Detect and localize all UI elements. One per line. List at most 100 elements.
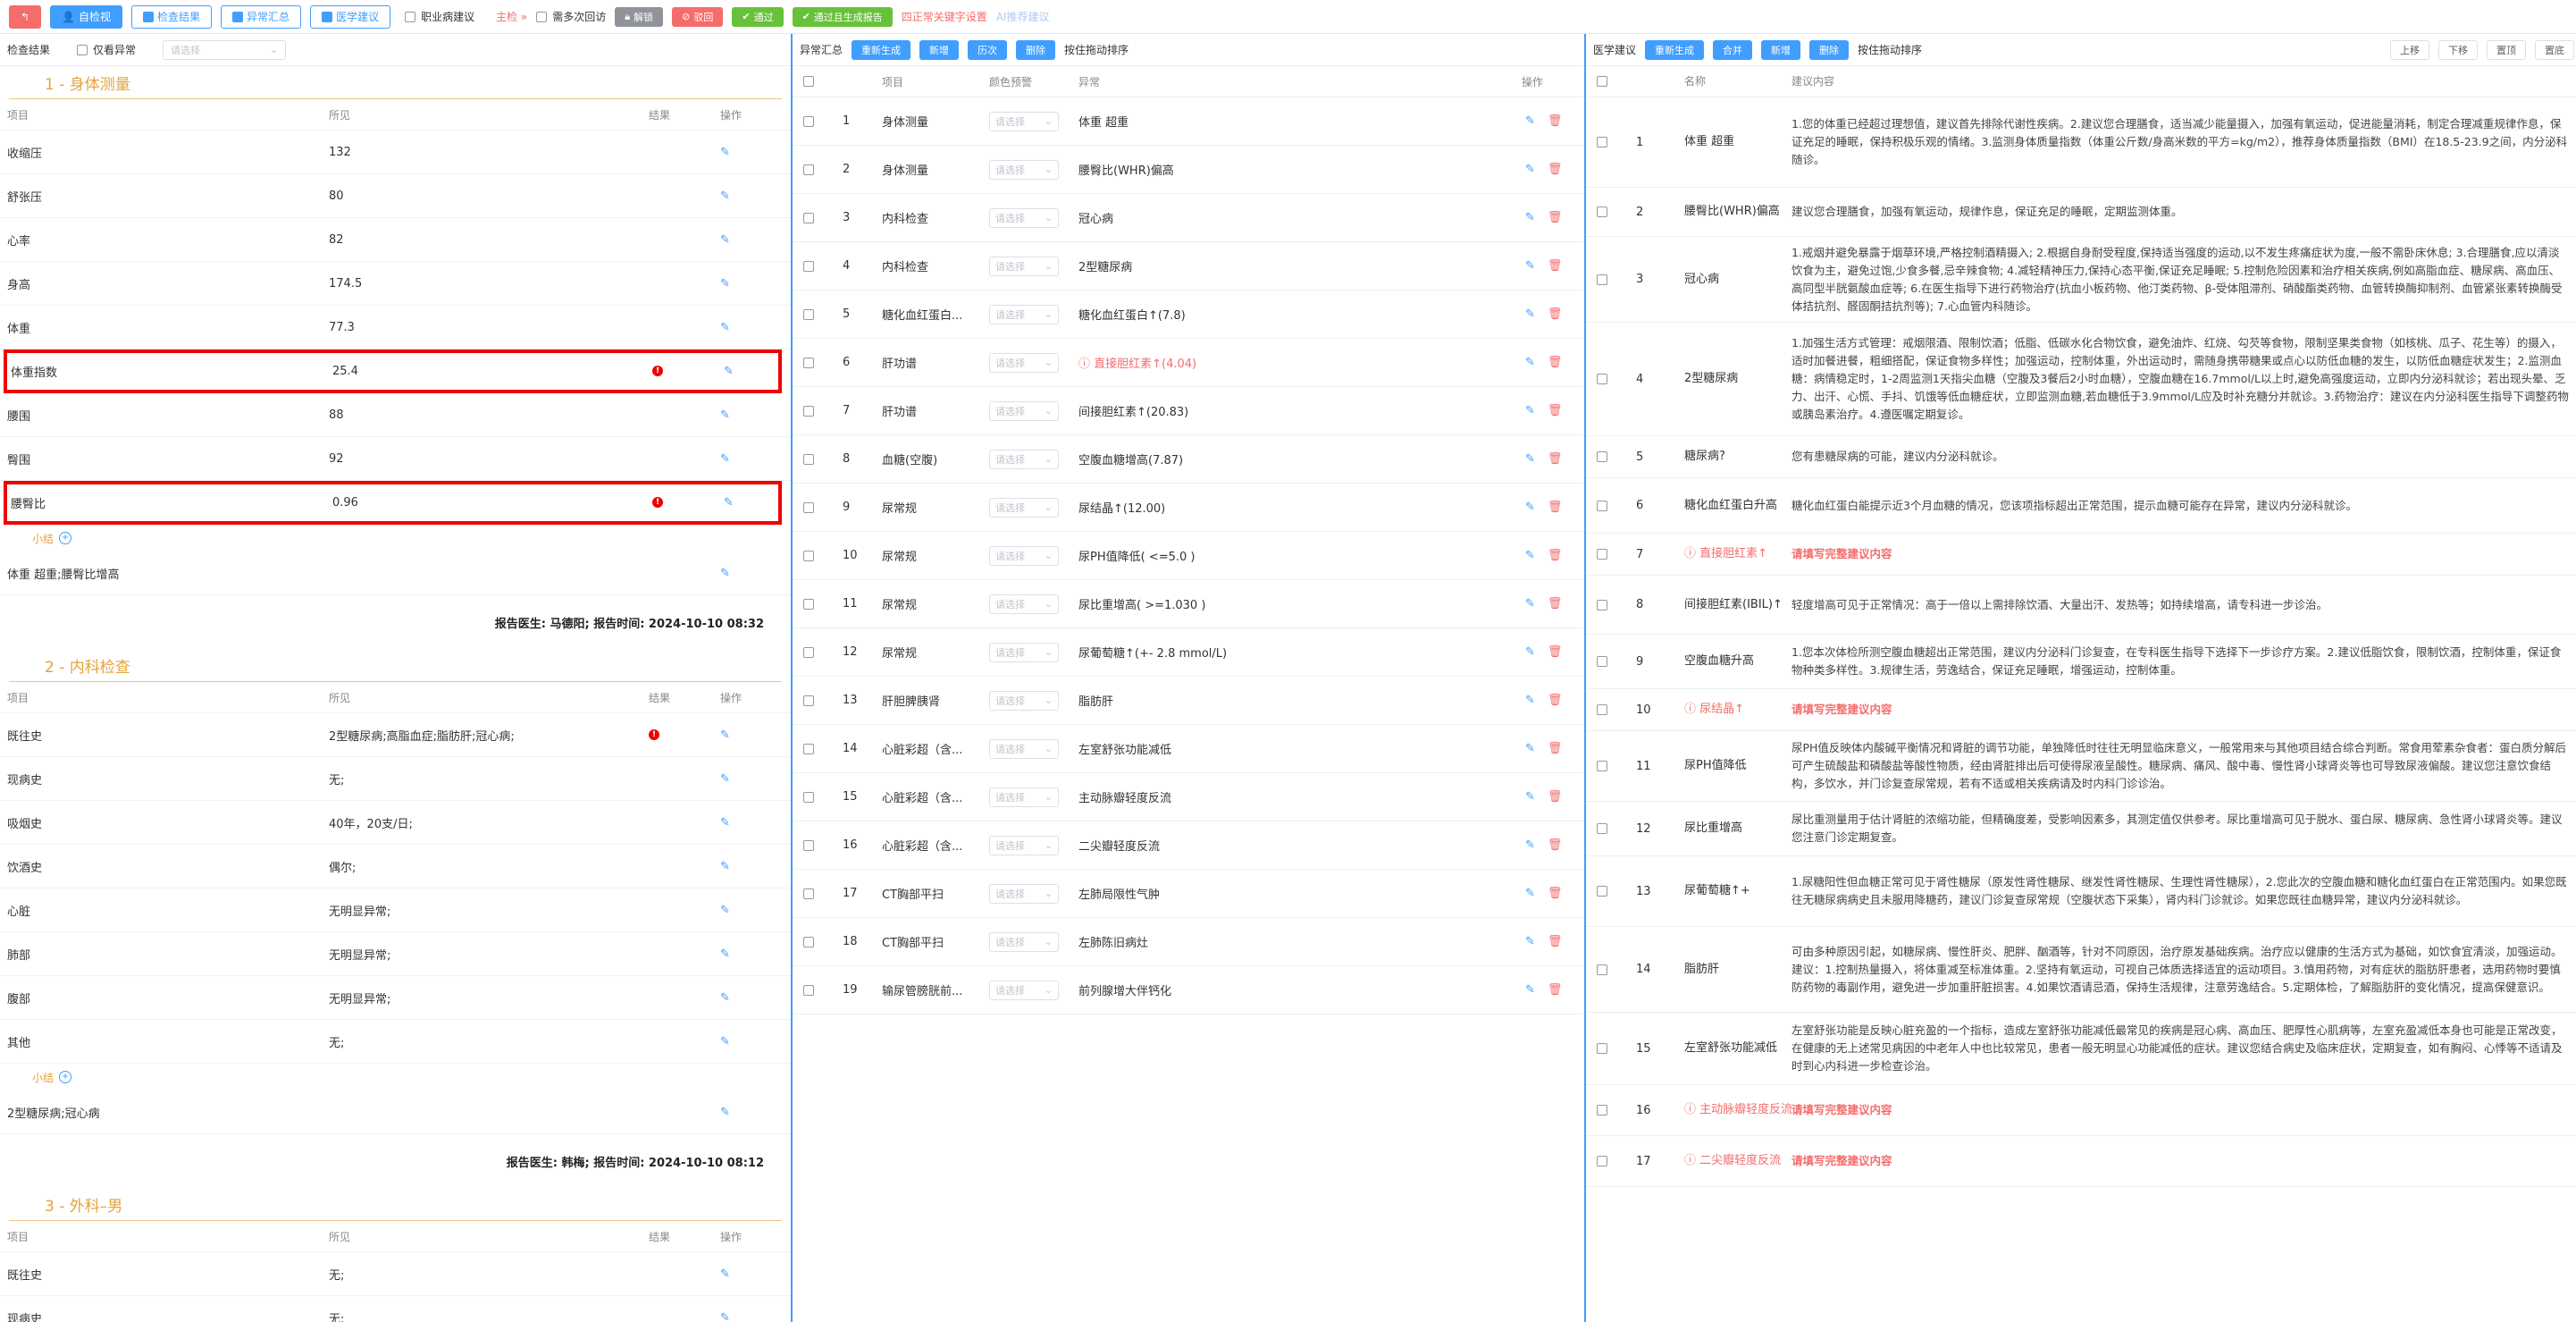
edit-icon[interactable]: ✎	[1525, 211, 1535, 224]
color-warning-select[interactable]: 请选择 ⌄	[989, 690, 1059, 711]
delete-icon[interactable]: 🗑︎	[1548, 597, 1563, 610]
delete-icon[interactable]: 🗑︎	[1548, 887, 1563, 900]
delete-icon[interactable]: 🗑︎	[1548, 694, 1563, 707]
edit-icon[interactable]: ✎	[720, 321, 730, 334]
abnormal-delete-button[interactable]: 删除	[1016, 39, 1056, 60]
color-warning-select[interactable]: 请选择 ⌄	[989, 931, 1059, 952]
color-warning-select[interactable]: 请选择 ⌄	[989, 449, 1059, 469]
row-checkbox[interactable]	[803, 164, 814, 175]
results-toggle[interactable]: 检查结果	[131, 4, 213, 29]
color-warning-select[interactable]: 请选择 ⌄	[989, 980, 1059, 1000]
abnormal-row[interactable]: 3 内科检查 请选择 ⌄ 冠心病 ✎ 🗑︎	[793, 194, 1584, 242]
row-checkbox[interactable]	[803, 453, 814, 465]
pass-button[interactable]: ✔ 通过	[732, 6, 784, 27]
color-warning-select[interactable]: 请选择 ⌄	[989, 738, 1059, 759]
color-warning-select[interactable]: 请选择 ⌄	[989, 400, 1059, 421]
results-filter-select[interactable]: 请选择 ⌄	[163, 39, 287, 60]
row-checkbox[interactable]	[1597, 274, 1607, 285]
abnormal-toggle[interactable]: 异常汇总	[221, 4, 302, 29]
delete-icon[interactable]: 🗑︎	[1548, 501, 1563, 514]
color-warning-select[interactable]: 请选择 ⌄	[989, 545, 1059, 566]
color-warning-select[interactable]: 请选择 ⌄	[989, 787, 1059, 807]
move-up-button[interactable]: 上移	[2390, 39, 2429, 60]
normal-shortcut-link[interactable]: 四正常关键字设置	[902, 9, 987, 24]
edit-icon[interactable]: ✎	[1525, 694, 1535, 707]
advice-regen-button[interactable]: 重新生成	[1645, 39, 1705, 60]
color-warning-select[interactable]: 请选择 ⌄	[989, 883, 1059, 904]
advice-row[interactable]: 1 体重 超重 1.您的体重已经超过理想值，建议首先排除代谢性疾病。2.建议您合理膳…	[1586, 97, 2576, 188]
row-checkbox[interactable]	[1597, 451, 1607, 462]
edit-icon[interactable]: ✎	[720, 277, 730, 291]
row-checkbox[interactable]	[1597, 599, 1607, 610]
edit-icon[interactable]: ✎	[1525, 501, 1535, 514]
row-checkbox[interactable]	[803, 308, 814, 320]
pass-report-button[interactable]: ✔ 通过且生成报告	[792, 6, 893, 27]
occupational-checkbox[interactable]	[405, 11, 416, 22]
edit-icon[interactable]: ✎	[720, 1035, 730, 1048]
advice-row[interactable]: 17 ⓘ 二尖瓣轻度反流 请填写完整建议内容	[1586, 1136, 2576, 1187]
row-checkbox[interactable]	[1597, 886, 1607, 897]
row-checkbox[interactable]	[803, 260, 814, 272]
abnormal-checkbox[interactable]	[232, 11, 244, 22]
delete-icon[interactable]: 🗑︎	[1548, 307, 1563, 321]
only-abnormal-checkbox[interactable]	[77, 44, 88, 55]
edit-icon[interactable]: ✎	[1525, 645, 1535, 659]
row-checkbox[interactable]	[803, 743, 814, 754]
abnormal-row[interactable]: 10 尿常规 请选择 ⌄ 尿PH值降低( <=5.0 ) ✎ 🗑︎	[793, 532, 1584, 580]
abnormal-select-all-checkbox[interactable]	[803, 76, 814, 87]
row-checkbox[interactable]	[803, 357, 814, 368]
abnormal-history-button[interactable]: 历次	[968, 39, 1008, 60]
abnormal-row[interactable]: 2 身体测量 请选择 ⌄ 腰臀比(WHR)偏高 ✎ 🗑︎	[793, 146, 1584, 194]
abnormal-row[interactable]: 13 肝胆脾胰肾 请选择 ⌄ 脂肪肝 ✎ 🗑︎	[793, 677, 1584, 725]
occupational-toggle[interactable]: 职业病建议	[405, 9, 474, 24]
color-warning-select[interactable]: 请选择 ⌄	[989, 594, 1059, 614]
unlock-button[interactable]: 🔒︎ 解锁	[615, 6, 664, 27]
color-warning-select[interactable]: 请选择 ⌄	[989, 111, 1059, 131]
delete-icon[interactable]: 🗑︎	[1548, 742, 1563, 755]
row-checkbox[interactable]	[1597, 761, 1607, 771]
edit-icon[interactable]: ✎	[1525, 307, 1535, 321]
edit-icon[interactable]: ✎	[1525, 163, 1535, 176]
row-checkbox[interactable]	[803, 888, 814, 899]
row-checkbox[interactable]	[1597, 656, 1607, 667]
abnormal-row[interactable]: 19 输尿管膀胱前... 请选择 ⌄ 前列腺增大伴钙化 ✎ 🗑︎	[793, 966, 1584, 1015]
move-bottom-button[interactable]: 置底	[2535, 39, 2574, 60]
edit-icon[interactable]: ✎	[720, 947, 730, 961]
delete-icon[interactable]: 🗑︎	[1548, 549, 1563, 562]
advice-row[interactable]: 7 ⓘ 直接胆红素↑ 请填写完整建议内容	[1586, 534, 2576, 576]
edit-icon[interactable]: ✎	[720, 233, 730, 247]
abnormal-row[interactable]: 1 身体测量 请选择 ⌄ 体重 超重 ✎ 🗑︎	[793, 97, 1584, 146]
row-checkbox[interactable]	[1597, 964, 1607, 975]
abnormal-row[interactable]: 14 心脏彩超（含... 请选择 ⌄ 左室舒张功能减低 ✎ 🗑︎	[793, 725, 1584, 773]
row-checkbox[interactable]	[803, 839, 814, 851]
advice-delete-button[interactable]: 删除	[1809, 39, 1850, 60]
edit-icon[interactable]: ✎	[1525, 838, 1535, 852]
row-checkbox[interactable]	[1597, 549, 1607, 560]
row-checkbox[interactable]	[1597, 1043, 1607, 1054]
color-warning-select[interactable]: 请选择 ⌄	[989, 835, 1059, 855]
abnormal-row[interactable]: 15 心脏彩超（含... 请选择 ⌄ 主动脉瓣轻度反流 ✎ 🗑︎	[793, 773, 1584, 821]
edit-icon[interactable]: ✎	[724, 365, 734, 378]
row-checkbox[interactable]	[803, 501, 814, 513]
abnormal-row[interactable]: 8 血糖(空腹) 请选择 ⌄ 空腹血糖增高(7.87) ✎ 🗑︎	[793, 435, 1584, 484]
edit-icon[interactable]: ✎	[1525, 259, 1535, 273]
move-top-button[interactable]: 置顶	[2487, 39, 2526, 60]
abnormal-row[interactable]: 18 CT胸部平扫 请选择 ⌄ 左肺陈旧病灶 ✎ 🗑︎	[793, 918, 1584, 966]
row-checkbox[interactable]	[1597, 704, 1607, 715]
row-checkbox[interactable]	[1597, 500, 1607, 511]
color-warning-select[interactable]: 请选择 ⌄	[989, 256, 1059, 276]
add-icon[interactable]: +	[59, 532, 72, 544]
row-checkbox[interactable]	[803, 984, 814, 996]
edit-icon[interactable]: ✎	[720, 991, 730, 1005]
abnormal-regen-button[interactable]: 重新生成	[852, 39, 911, 60]
delete-icon[interactable]: 🗑︎	[1548, 983, 1563, 997]
row-checkbox[interactable]	[803, 791, 814, 803]
ai-advice-link[interactable]: AI推荐建议	[996, 9, 1050, 24]
delete-icon[interactable]: 🗑︎	[1548, 114, 1563, 128]
row-checkbox[interactable]	[803, 695, 814, 706]
edit-icon[interactable]: ✎	[1525, 404, 1535, 417]
edit-icon[interactable]: ✎	[720, 728, 730, 742]
advice-row[interactable]: 13 尿葡萄糖↑+ 1.尿糖阳性但血糖正常可见于肾性糖尿（原发性肾性糖尿、继发性肾性…	[1586, 856, 2576, 927]
color-warning-select[interactable]: 请选择 ⌄	[989, 159, 1059, 180]
edit-icon[interactable]: ✎	[1525, 356, 1535, 369]
